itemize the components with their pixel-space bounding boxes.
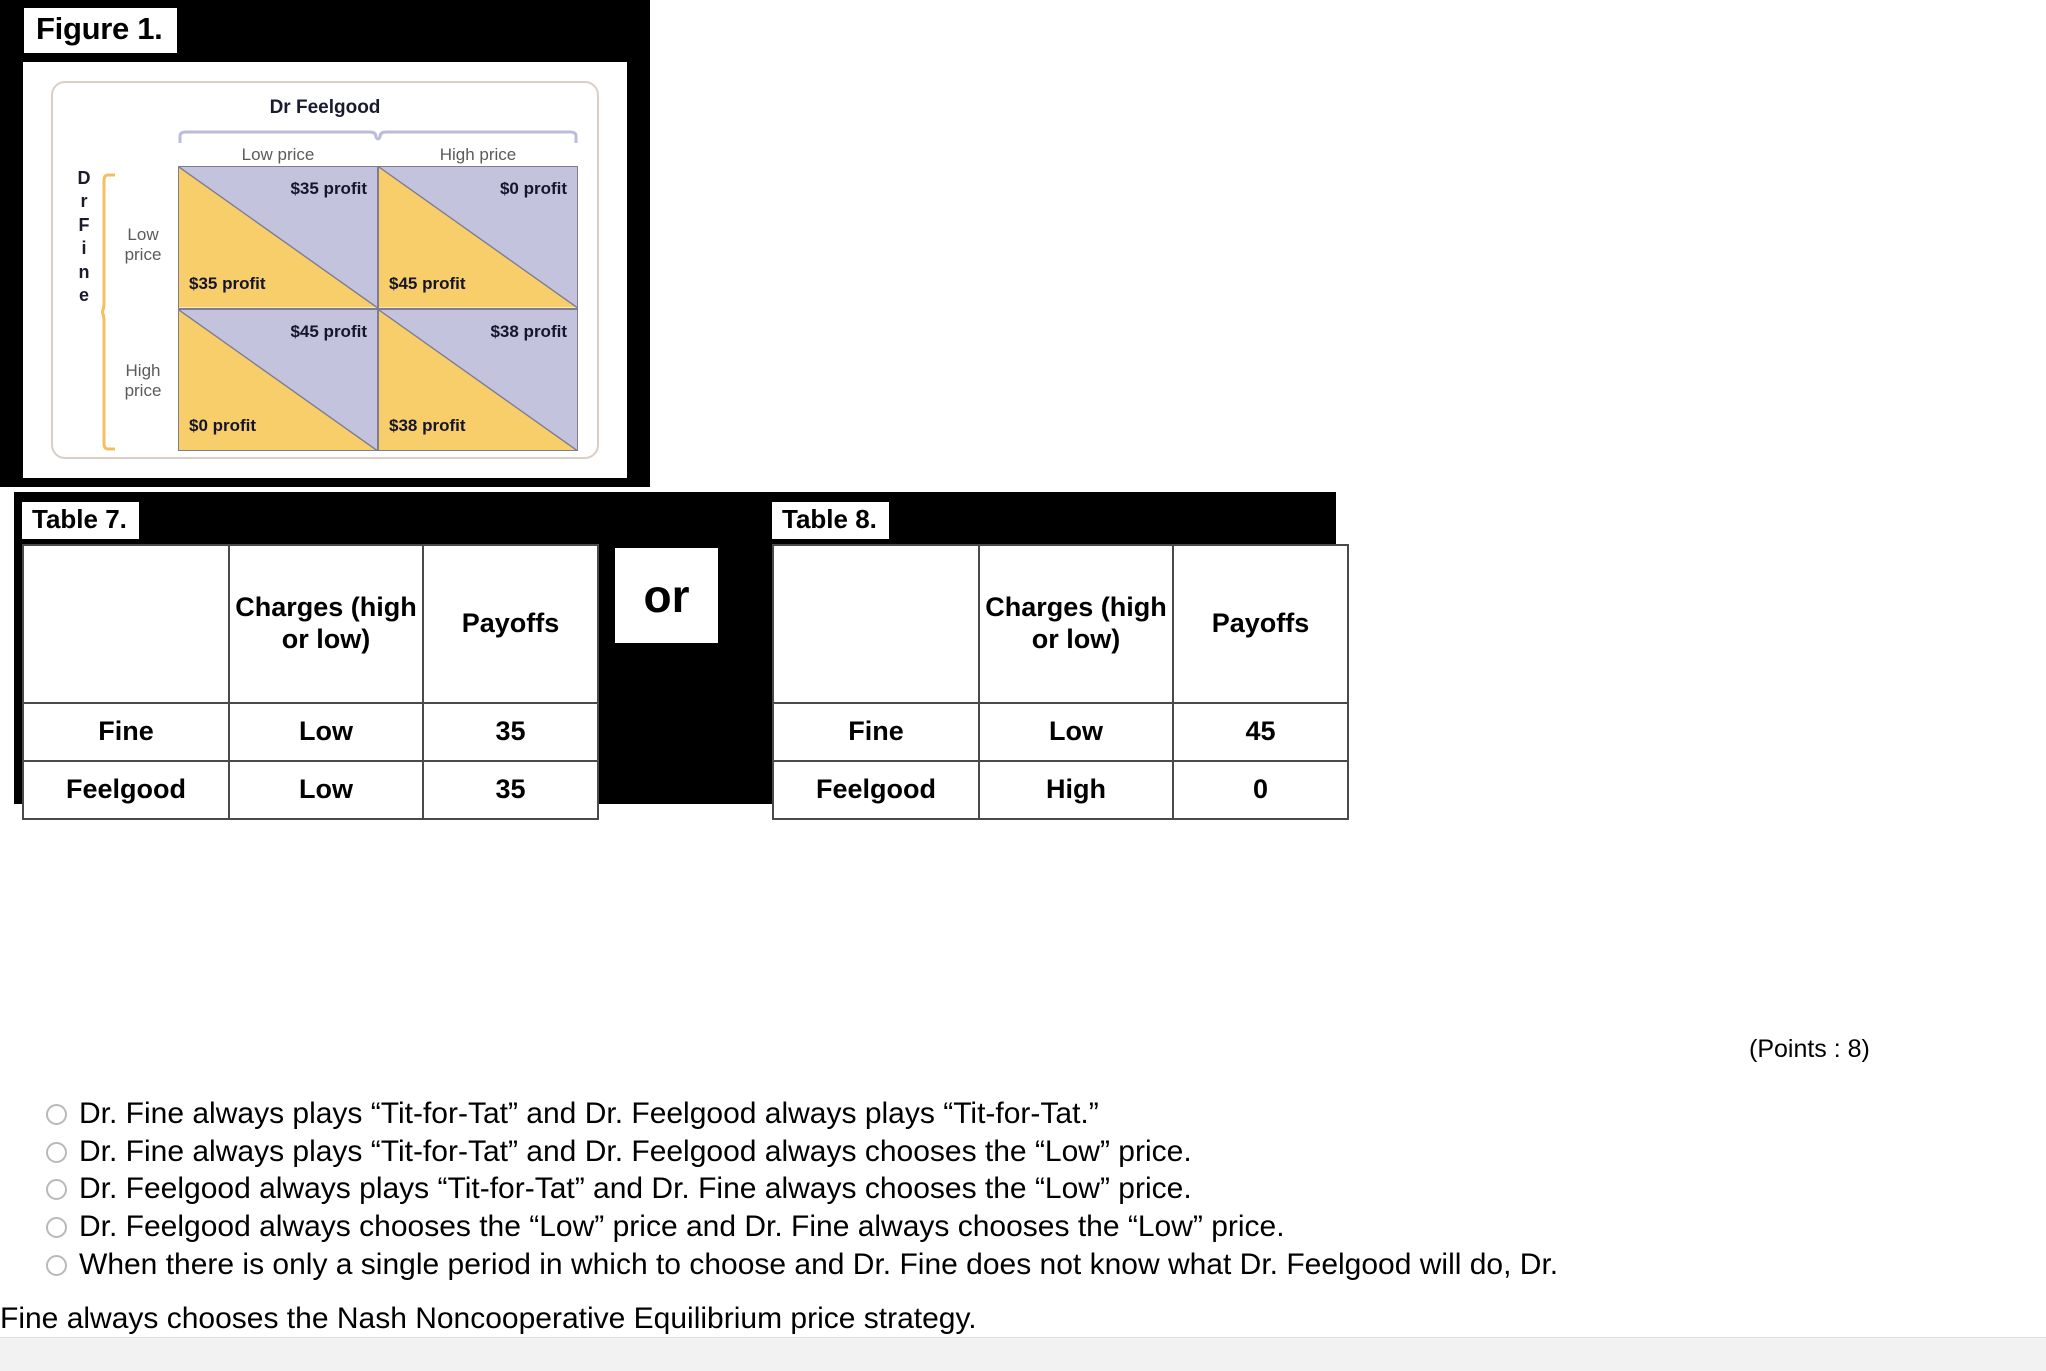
table-row: Fine Low 35: [22, 702, 599, 762]
radio-button-icon[interactable]: [46, 1254, 67, 1276]
table-row: Feelgood Low 35: [22, 760, 599, 820]
table-8-row-0-payoff: 45: [1172, 702, 1349, 762]
answer-option-3-label: Dr. Feelgood always plays “Tit-for-Tat” …: [79, 1172, 1192, 1206]
radio-button-icon[interactable]: [46, 1104, 67, 1125]
table-header-row: Charges (high or low) Payoffs: [22, 544, 599, 704]
row-label-low-line1: Low: [127, 225, 159, 244]
row-label-low: Low price: [115, 225, 171, 264]
matrix-cell-low-low: $35 profit $35 profit: [178, 166, 378, 309]
answer-option-3[interactable]: Dr. Feelgood always plays “Tit-for-Tat” …: [0, 1171, 2046, 1207]
column-label-high: High price: [439, 145, 517, 164]
row-label-low-line2: price: [124, 244, 162, 264]
table-7-row-1-charges: Low: [228, 760, 424, 820]
column-player-label: Dr Feelgood: [269, 97, 381, 118]
row-player-letter: i: [81, 238, 87, 259]
cell-column-payoff: $0 profit: [499, 179, 567, 198]
matrix-cell-low-high: $0 profit $45 profit: [378, 166, 578, 309]
answer-option-1-label: Dr. Fine always plays “Tit-for-Tat” and …: [79, 1097, 1099, 1130]
table-7-header-blank: [22, 544, 230, 704]
table-header-row: Charges (high or low) Payoffs: [772, 544, 1349, 704]
column-label-low: Low price: [241, 145, 315, 164]
table-7-title-badge: Table 7.: [22, 502, 139, 540]
table-row: Fine Low 45: [772, 702, 1349, 762]
table-row: Feelgood High 0: [772, 760, 1349, 820]
cell-row-payoff: $45 profit: [389, 273, 466, 293]
row-label-high-line1: High: [125, 361, 161, 380]
cell-row-payoff: $0 profit: [189, 416, 257, 435]
table-7-header-charges: Charges (high or low): [228, 544, 424, 704]
table-8-row-1-payoff: 0: [1172, 760, 1349, 820]
answer-option-5[interactable]: When there is only a single period in wh…: [0, 1247, 2046, 1283]
radio-button-icon[interactable]: [46, 1179, 67, 1201]
payoff-matrix-grid: $35 profit $35 profit $0 profit $45 prof…: [178, 166, 578, 451]
radio-button-icon[interactable]: [46, 1217, 67, 1239]
answer-options-list: Dr. Fine always plays “Tit-for-Tat” and …: [0, 1096, 2046, 1284]
radio-button-icon[interactable]: [46, 1141, 67, 1163]
figure-title-badge: Figure 1.: [24, 8, 177, 53]
row-player-letter: D: [77, 168, 91, 188]
or-separator-badge: or: [615, 548, 718, 643]
row-player-letter: n: [78, 261, 90, 282]
table-8-header-blank: [772, 544, 980, 704]
bottom-status-bar: [0, 1337, 2046, 1371]
answer-option-5-label: When there is only a single period in wh…: [79, 1247, 1559, 1281]
answer-option-2-label: Dr. Fine always plays “Tit-for-Tat” and …: [79, 1134, 1192, 1168]
answer-option-4[interactable]: Dr. Feelgood always chooses the “Low” pr…: [0, 1209, 2046, 1245]
table-7-header-payoffs: Payoffs: [422, 544, 599, 704]
table-8-row-0-charges: Low: [978, 702, 1174, 762]
answer-option-1[interactable]: Dr. Fine always plays “Tit-for-Tat” and …: [0, 1096, 2046, 1132]
table-7: Charges (high or low) Payoffs Fine Low 3…: [22, 544, 599, 820]
answer-option-4-label: Dr. Feelgood always chooses the “Low” pr…: [79, 1210, 1285, 1244]
figure-white-area: Dr Feelgood Low price High price D r F i…: [23, 62, 627, 478]
row-label-high-line2: price: [124, 380, 162, 400]
cell-column-payoff: $38 profit: [490, 321, 567, 341]
row-player-label: D r F i n e: [71, 167, 97, 307]
cell-row-payoff: $35 profit: [189, 273, 266, 293]
figure-1-panel: Figure 1. Dr Feelgood Low price High pri…: [0, 0, 650, 487]
table-7-row-1-player: Feelgood: [22, 760, 230, 820]
table-8-row-1-charges: High: [978, 760, 1174, 820]
row-player-letter: e: [78, 284, 89, 305]
column-brace-icon: [178, 130, 578, 143]
cell-column-payoff: $35 profit: [290, 179, 367, 198]
table-8-row-1-player: Feelgood: [772, 760, 980, 820]
points-label: (Points : 8): [1749, 1035, 1870, 1063]
matrix-cell-high-low: $45 profit $0 profit: [178, 308, 378, 451]
row-brace-icon: [101, 173, 115, 451]
table-8-header-payoffs: Payoffs: [1172, 544, 1349, 704]
table-7-row-0-charges: Low: [228, 702, 424, 762]
answer-option-5-wrapped-line: Fine always chooses the Nash Noncooperat…: [0, 1302, 977, 1335]
table-7-row-0-payoff: 35: [422, 702, 599, 762]
row-player-letter: F: [78, 214, 90, 235]
table-8-title-badge: Table 8.: [772, 502, 889, 540]
table-7-row-0-player: Fine: [22, 702, 230, 762]
row-label-high: High price: [115, 361, 171, 400]
cell-row-payoff: $38 profit: [389, 416, 466, 435]
table-8-header-charges: Charges (high or low): [978, 544, 1174, 704]
table-8: Charges (high or low) Payoffs Fine Low 4…: [772, 544, 1349, 820]
answer-option-2[interactable]: Dr. Fine always plays “Tit-for-Tat” and …: [0, 1134, 2046, 1170]
cell-column-payoff: $45 profit: [290, 321, 367, 341]
payoff-matrix-card: Dr Feelgood Low price High price D r F i…: [51, 81, 599, 459]
tables-panel: Table 7. Charges (high or low) Payoffs F…: [14, 492, 1349, 820]
matrix-cell-high-high: $38 profit $38 profit: [378, 308, 578, 451]
table-7-row-1-payoff: 35: [422, 760, 599, 820]
row-player-letter: r: [80, 191, 88, 212]
table-8-row-0-player: Fine: [772, 702, 980, 762]
